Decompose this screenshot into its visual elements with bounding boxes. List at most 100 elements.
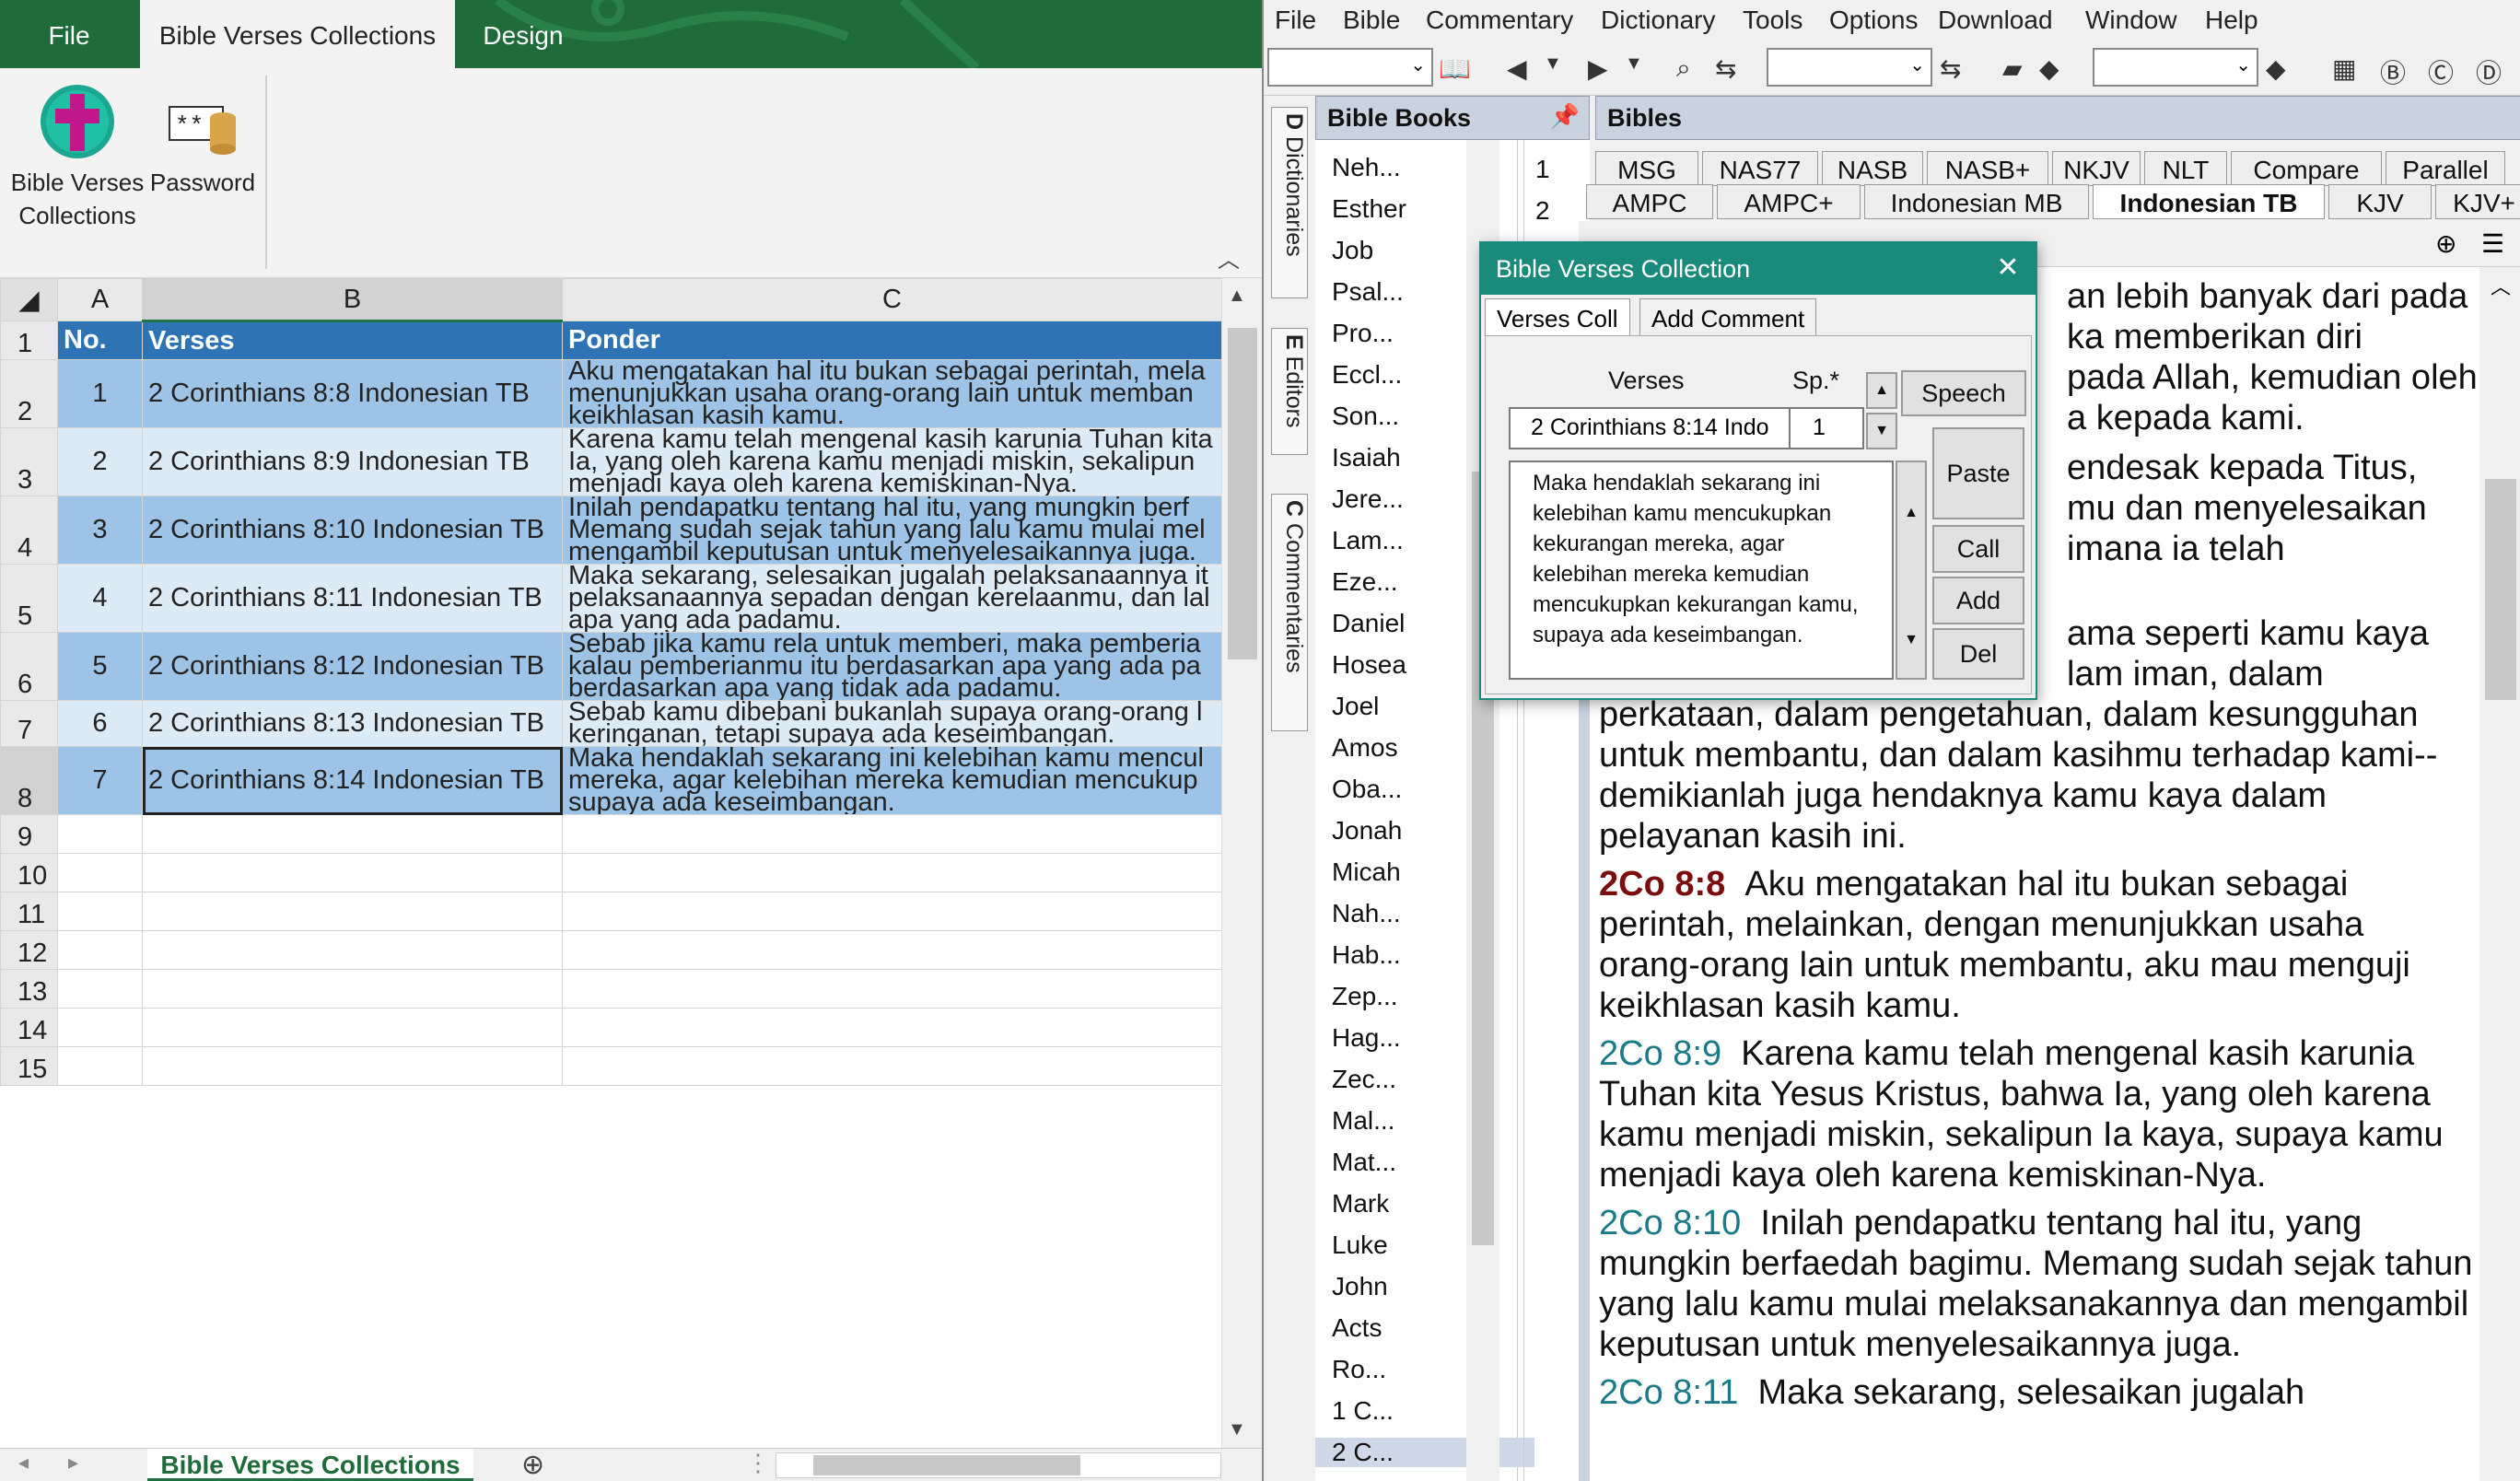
sheet-tab-active[interactable]: Bible Verses Collections [147, 1449, 473, 1481]
sync-icon[interactable]: ⇆ [1715, 53, 1736, 84]
forward-dropdown-icon[interactable]: ▼ [1625, 53, 1643, 75]
column-header-a[interactable]: A [57, 278, 143, 321]
row-header[interactable]: 15 [0, 1046, 58, 1086]
scroll-up-icon[interactable]: ▲ [1228, 286, 1246, 307]
bible-tab[interactable]: AMPC+ [1717, 184, 1861, 219]
text-scrollbar[interactable]: ︿ [2479, 267, 2520, 1481]
bible-tab[interactable]: NASB [1822, 151, 1923, 186]
empty-cell[interactable] [142, 814, 563, 854]
menu-commentary[interactable]: Commentary [1426, 6, 1573, 35]
empty-cell[interactable] [562, 930, 1222, 970]
cell-ponder[interactable]: Sebab kamu dibebani bukanlah supaya oran… [562, 700, 1222, 747]
book-item[interactable]: Zec... [1315, 1065, 1534, 1094]
cell-verse[interactable]: 2 Corinthians 8:12 Indonesian TB [142, 632, 563, 701]
vertical-scrollbar[interactable]: ▲ ▼ [1221, 278, 1262, 1448]
add-sheet-icon[interactable]: ⊕ [521, 1449, 544, 1481]
collapse-ribbon-icon[interactable]: ︿ [1218, 241, 1240, 274]
menu-download[interactable]: Download [1938, 6, 2053, 35]
back-icon[interactable]: ◀ [1507, 53, 1527, 84]
next-sheet-icon[interactable]: ▸ [68, 1451, 78, 1475]
close-icon[interactable]: ✕ [1989, 243, 2026, 295]
empty-cell[interactable] [142, 930, 563, 970]
tab-verses-coll[interactable]: Verses Coll [1485, 298, 1630, 337]
row-header[interactable]: 4 [0, 496, 58, 565]
paste-button[interactable]: Paste [1932, 427, 2024, 519]
cell-no[interactable]: 1 [57, 359, 143, 428]
bible-tab[interactable]: AMPC [1586, 184, 1713, 219]
empty-cell[interactable] [57, 814, 143, 854]
book-item[interactable]: 2 C... [1315, 1438, 1534, 1467]
forward-icon[interactable]: ▶ [1588, 53, 1608, 84]
bible-view-icon[interactable]: Ⓑ [2380, 53, 2406, 90]
text-scroll-thumb[interactable] [2485, 479, 2516, 700]
empty-cell[interactable] [142, 1008, 563, 1047]
menu-file[interactable]: File [1275, 6, 1316, 35]
book-item[interactable]: Oba... [1315, 775, 1534, 804]
empty-cell[interactable] [57, 1008, 143, 1047]
menu-bible[interactable]: Bible [1343, 6, 1400, 35]
row-header[interactable]: 13 [0, 969, 58, 1009]
ribbon-tab-design[interactable]: Design [455, 0, 591, 68]
side-tab-editors[interactable]: E Editors [1271, 328, 1308, 455]
select-all-corner[interactable]: ◢ [0, 278, 58, 321]
bible-tab[interactable]: NLT [2144, 151, 2227, 186]
dictionary-view-icon[interactable]: Ⓓ [2476, 53, 2502, 90]
cell-verse[interactable]: 2 Corinthians 8:10 Indonesian TB [142, 496, 563, 565]
empty-cell[interactable] [57, 1046, 143, 1086]
verse-ref[interactable]: 2Co 8:8 [1599, 865, 1725, 904]
scroll-thumb[interactable] [1228, 328, 1257, 659]
book-item[interactable]: Zep... [1315, 982, 1534, 1011]
book-item[interactable]: Hag... [1315, 1023, 1534, 1053]
verse-memo-text[interactable]: Maka hendaklah sekarang ini kelebihan ka… [1509, 461, 1894, 680]
memo-scroll[interactable]: ▲ ▼ [1896, 461, 1927, 680]
cell-ponder[interactable]: Karena kamu telah mengenal kasih karunia… [562, 427, 1222, 496]
header-verses[interactable]: Verses [142, 321, 563, 360]
bible-tab[interactable]: KJV+ [2435, 184, 2520, 219]
bible-tab[interactable]: Indonesian MB [1864, 184, 2089, 219]
cell-ponder[interactable]: Sebab jika kamu rela untuk memberi, maka… [562, 632, 1222, 701]
empty-cell[interactable] [562, 892, 1222, 931]
empty-cell[interactable] [57, 930, 143, 970]
empty-cell[interactable] [562, 969, 1222, 1009]
column-header-b[interactable]: B [142, 278, 563, 322]
cell-no[interactable]: 2 [57, 427, 143, 496]
add-button[interactable]: Add [1932, 577, 2024, 624]
eraser-icon[interactable]: ◆ [2039, 53, 2059, 84]
password-button[interactable]: ** Password [147, 76, 258, 269]
menu-options[interactable]: Options [1829, 6, 1919, 35]
chapter-item[interactable]: 2 [1524, 196, 1550, 226]
empty-cell[interactable] [142, 853, 563, 892]
side-tab-commentaries[interactable]: C Commentaries [1271, 494, 1308, 731]
cell-no[interactable]: 6 [57, 700, 143, 747]
empty-cell[interactable] [142, 969, 563, 1009]
bible-tab[interactable]: Compare [2231, 151, 2382, 186]
pin-icon[interactable]: 📌 [1550, 102, 1580, 131]
verse-reference-field[interactable]: 2 Corinthians 8:14 Indo [1509, 407, 1791, 449]
row-header[interactable]: 9 [0, 814, 58, 854]
sp-field[interactable]: 1 [1789, 407, 1864, 449]
bible-tab[interactable]: Parallel [2386, 151, 2505, 186]
bible-verses-collections-button[interactable]: Bible Verses Collections [7, 76, 147, 269]
split-view-icon[interactable]: ☰ [2481, 228, 2504, 259]
empty-cell[interactable] [57, 853, 143, 892]
book-item[interactable]: Mal... [1315, 1106, 1534, 1136]
row-header[interactable]: 1 [0, 321, 58, 360]
commentary-combo[interactable]: ⌄ [2093, 48, 2258, 87]
row-header[interactable]: 6 [0, 632, 58, 701]
row-header[interactable]: 11 [0, 892, 58, 931]
zoom-icon[interactable]: ⊕ [2435, 228, 2456, 259]
cell-verse[interactable]: 2 Corinthians 8:14 Indonesian TB [142, 746, 563, 815]
empty-cell[interactable] [57, 969, 143, 1009]
memo-scroll-up-icon[interactable]: ▲ [1897, 499, 1925, 527]
prev-sheet-icon[interactable]: ◂ [18, 1451, 29, 1475]
bible-sync-icon[interactable]: ⇆ [1940, 53, 1961, 84]
cell-ponder[interactable]: Maka hendaklah sekarang ini kelebihan ka… [562, 746, 1222, 815]
cell-no[interactable]: 7 [57, 746, 143, 815]
cell-verse[interactable]: 2 Corinthians 8:8 Indonesian TB [142, 359, 563, 428]
book-item[interactable]: Amos [1315, 733, 1534, 763]
cell-no[interactable]: 4 [57, 564, 143, 633]
empty-cell[interactable] [562, 1046, 1222, 1086]
ribbon-tab-bible-verses[interactable]: Bible Verses Collections [140, 0, 455, 68]
cell-verse[interactable]: 2 Corinthians 8:13 Indonesian TB [142, 700, 563, 747]
bible-tab[interactable]: KJV [2328, 184, 2432, 219]
